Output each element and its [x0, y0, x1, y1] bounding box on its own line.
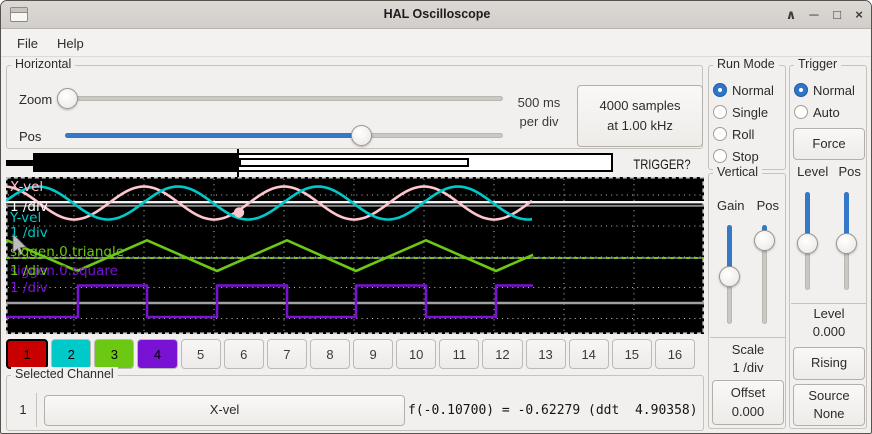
scope-channel-label: 1 /div	[10, 280, 48, 296]
trigger-level-slider-handle[interactable]	[797, 233, 818, 254]
pos-slider-fill	[65, 133, 362, 138]
channel-button-12[interactable]: 12	[482, 339, 522, 369]
run-mode-option-label: Single	[732, 105, 768, 120]
trigger-mode-option-label: Normal	[813, 83, 855, 98]
trigger-slider-labels: Level Pos	[792, 164, 866, 179]
channel-button-4[interactable]: 4	[137, 339, 177, 369]
channel-formula-readout: f(-0.10700) = -0.62279 (ddt 4.90358)	[408, 403, 698, 418]
run-mode-option-stop[interactable]: Stop	[713, 149, 774, 163]
record-bar-lead	[6, 160, 33, 166]
channel-button-7[interactable]: 7	[267, 339, 307, 369]
run-mode-group-label: Run Mode	[713, 57, 779, 71]
pos-label: Pos	[19, 129, 41, 144]
scope-channel-label: siggen.0.triangle	[10, 244, 124, 260]
vertical-group: Vertical Gain Pos Scale 1 /div Offset 0.…	[708, 173, 786, 429]
scope-channel-label: 1 /div	[10, 263, 48, 279]
radio-icon[interactable]	[713, 105, 727, 119]
trigger-point-marker	[234, 207, 244, 217]
zoom-label: Zoom	[19, 92, 52, 107]
menu-help[interactable]: Help	[51, 34, 90, 53]
scope-channel-label: Y-vel	[9, 210, 41, 226]
zoom-slider-track[interactable]	[65, 96, 503, 101]
trigger-mode-option-label: Auto	[813, 105, 840, 120]
horizontal-group-label: Horizontal	[11, 57, 75, 71]
channel-button-16[interactable]: 16	[655, 339, 695, 369]
run-mode-option-label: Stop	[732, 149, 759, 164]
channel-button-15[interactable]: 15	[612, 339, 652, 369]
zoom-slider-handle[interactable]	[57, 88, 78, 109]
shade-button[interactable]: ∧	[781, 5, 801, 25]
radio-icon[interactable]	[713, 149, 727, 163]
trigger-level-label: Level	[797, 164, 828, 179]
radio-icon[interactable]	[794, 105, 808, 119]
radio-icon[interactable]	[794, 83, 808, 97]
run-mode-option-roll[interactable]: Roll	[713, 127, 774, 141]
vertical-slider-labels: Gain Pos	[711, 198, 785, 213]
rate-label: 500 ms per div	[507, 95, 571, 129]
channel-button-6[interactable]: 6	[224, 339, 264, 369]
channel-button-row: 12345678910111213141516	[6, 339, 695, 369]
scope-display: X-vel1 /divY-vel1 /divsiggen.0.triangles…	[6, 177, 704, 334]
trigger-pos-label: Pos	[838, 164, 860, 179]
channel-button-5[interactable]: 5	[181, 339, 221, 369]
record-bar-fill	[35, 155, 237, 170]
run-mode-option-single[interactable]: Single	[713, 105, 774, 119]
channel-button-1[interactable]: 1	[6, 339, 48, 369]
trigger-mode-option-auto[interactable]: Auto	[794, 105, 855, 119]
channel-button-2[interactable]: 2	[51, 339, 91, 369]
force-button[interactable]: Force	[793, 128, 865, 160]
trigger-level-caption: Level	[790, 306, 868, 321]
menu-file[interactable]: File	[11, 34, 44, 53]
channel-button-11[interactable]: 11	[439, 339, 479, 369]
scope-channel-label: X-vel	[10, 179, 43, 195]
trigger-pos-slider-handle[interactable]	[836, 233, 857, 254]
trigger-source-button[interactable]: Source None	[793, 384, 865, 426]
vertical-scale-caption: Scale	[709, 342, 787, 357]
vertical-offset-button[interactable]: Offset 0.000	[712, 380, 784, 425]
channel-button-13[interactable]: 13	[526, 339, 566, 369]
title-bar: HAL Oscilloscope ∧─□×	[1, 1, 872, 29]
channel-button-10[interactable]: 10	[396, 339, 436, 369]
trigger-separator	[791, 303, 867, 304]
run-mode-group: Run Mode NormalSingleRollStop	[708, 65, 786, 170]
run-mode-option-label: Roll	[732, 127, 754, 142]
vertical-pos-label: Pos	[757, 198, 779, 213]
vertical-scale-value: 1 /div	[709, 360, 787, 375]
trigger-options: Normal Auto	[794, 83, 855, 127]
app-window: HAL Oscilloscope ∧─□× File Help Horizonta…	[0, 0, 872, 434]
vertical-separator	[710, 337, 786, 338]
vertical-group-label: Vertical	[713, 165, 762, 179]
selected-channel-separator	[36, 393, 37, 427]
vertical-gain-label: Gain	[717, 198, 744, 213]
trigger-group-label: Trigger	[794, 57, 841, 71]
menu-bar: File Help	[1, 29, 872, 57]
vertical-pos-slider-handle[interactable]	[754, 230, 775, 251]
samples-button[interactable]: 4000 samples at 1.00 kHz	[577, 85, 703, 147]
selected-channel-number: 1	[13, 402, 33, 417]
run-mode-option-normal[interactable]: Normal	[713, 83, 774, 97]
channel-button-3[interactable]: 3	[94, 339, 134, 369]
maximize-button[interactable]: □	[827, 5, 847, 25]
radio-icon[interactable]	[713, 83, 727, 97]
trigger-question-label: TRIGGER?	[628, 156, 697, 172]
trigger-level-value: 0.000	[790, 324, 868, 339]
close-button[interactable]: ×	[849, 5, 869, 25]
radio-icon[interactable]	[713, 127, 727, 141]
trigger-edge-button[interactable]: Rising	[793, 347, 865, 380]
trigger-group: Trigger NormalAuto Force Level Pos Level…	[789, 65, 867, 429]
channel-button-8[interactable]: 8	[310, 339, 350, 369]
run-mode-options: Normal Single Roll Stop	[713, 83, 774, 171]
window-title: HAL Oscilloscope	[1, 7, 872, 21]
channel-source-button[interactable]: X-vel	[44, 395, 405, 426]
display-window-bar	[239, 158, 469, 167]
channel-button-14[interactable]: 14	[569, 339, 609, 369]
run-mode-option-label: Normal	[732, 83, 774, 98]
channel-button-9[interactable]: 9	[353, 339, 393, 369]
minimize-button[interactable]: ─	[804, 5, 824, 25]
trigger-mode-option-normal[interactable]: Normal	[794, 83, 855, 97]
vertical-gain-slider-handle[interactable]	[719, 266, 740, 287]
selected-channel-group-label: Selected Channel	[11, 367, 118, 381]
